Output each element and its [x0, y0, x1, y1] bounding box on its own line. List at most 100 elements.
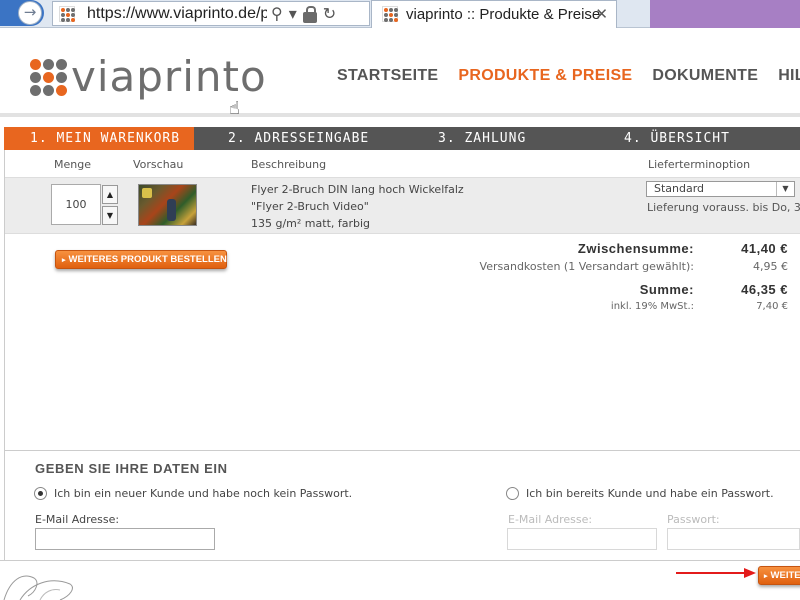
password-field[interactable]	[667, 528, 800, 550]
product-paper: 135 g/m² matt, farbig	[251, 217, 371, 230]
decorative-swirl-icon	[3, 575, 73, 600]
logo-dot	[30, 84, 41, 96]
delivery-option-select[interactable]: Standard ▼	[646, 181, 795, 197]
nav-item-startseite[interactable]: STARTSEITE	[337, 67, 438, 85]
subtotal-label: Zwischensumme:	[577, 241, 694, 256]
chevron-down-icon: ▼	[106, 211, 114, 220]
viaprinto-logo[interactable]: viaprinto	[30, 52, 267, 101]
logo-dot	[56, 84, 67, 96]
logo-dot	[71, 18, 75, 22]
logo-dot	[71, 13, 75, 17]
product-preview-image[interactable]	[138, 184, 197, 226]
browser-forward-button[interactable]: →	[18, 1, 42, 25]
refresh-icon[interactable]: ↻	[323, 4, 336, 24]
existing-email-field-label: E-Mail Adresse:	[508, 513, 593, 526]
logo-dot	[384, 18, 388, 22]
logo-dot	[56, 71, 67, 83]
browser-chrome: → https://www.viaprinto.de/p ⚲ ▾ ↻ viapr…	[0, 0, 800, 28]
footer-divider	[0, 560, 800, 561]
shipping-label: Versandkosten (1 Versandart gewählt):	[479, 260, 694, 273]
search-icon[interactable]: ⚲	[271, 4, 283, 24]
total-value: 46,35 €	[741, 282, 788, 297]
nav-item-dokumente[interactable]: DOKUMENTE	[652, 67, 758, 85]
step-overview[interactable]: 4. ÜBERSICHT	[590, 127, 730, 150]
logo-dot	[43, 58, 54, 70]
logo-dot	[61, 18, 65, 22]
column-header-description: Beschreibung	[251, 158, 327, 171]
existing-customer-radio[interactable]	[506, 487, 519, 500]
total-label: Summe:	[639, 282, 694, 297]
new-customer-radio[interactable]	[34, 487, 47, 500]
product-name: "Flyer 2-Bruch Video"	[251, 200, 369, 213]
step-address[interactable]: 2. ADRESSEINGABE	[194, 127, 404, 150]
site-favicon-icon	[59, 6, 75, 22]
logo-dot	[394, 13, 398, 17]
quantity-input[interactable]: 100	[51, 184, 101, 225]
logo-dot	[389, 18, 393, 22]
red-arrow-annotation-icon	[676, 568, 756, 578]
logo-wordmark: viaprinto	[71, 52, 267, 101]
delivery-option-value: Standard	[654, 182, 705, 195]
browser-tab-active[interactable]: viaprinto :: Produkte & Preise ✕	[371, 0, 617, 28]
next-step-button[interactable]: ▸WEITER	[758, 566, 800, 585]
checkout-steps: 1. MEIN WARENKORB 2. ADRESSEINGABE 3. ZA…	[4, 127, 800, 150]
tab-strip-background	[650, 0, 800, 28]
tab-title: viaprinto :: Produkte & Preise	[406, 6, 601, 23]
quantity-increase-button[interactable]: ▲	[102, 185, 118, 204]
logo-dot	[66, 13, 70, 17]
site-header: viaprinto STARTSEITE PRODUKTE & PREISE DOK…	[0, 29, 800, 117]
subtotal-value: 41,40 €	[741, 241, 788, 256]
order-another-product-button[interactable]: ▸ WEITERES PRODUKT BESTELLEN	[55, 250, 227, 269]
logo-dot	[43, 71, 54, 83]
logo-dot	[43, 84, 54, 96]
nav-item-produkte-preise[interactable]: PRODUKTE & PREISE	[458, 67, 632, 85]
product-title: Flyer 2-Bruch DIN lang hoch Wickelfalz	[251, 183, 464, 196]
logo-dot	[394, 8, 398, 12]
column-header-delivery: Lieferterminoption	[648, 158, 751, 171]
logo-dot	[384, 13, 388, 17]
close-icon[interactable]: ✕	[595, 5, 608, 23]
main-navigation: STARTSEITE PRODUKTE & PREISE DOKUMENTE HILF…	[337, 67, 800, 85]
logo-dot	[384, 8, 388, 12]
customer-data-title: GEBEN SIE IHRE DATEN EIN	[35, 461, 228, 476]
vat-label: inkl. 19% MwSt.:	[610, 301, 694, 312]
step-payment[interactable]: 3. ZAHLUNG	[404, 127, 590, 150]
forward-arrow-icon: →	[23, 3, 37, 21]
logo-dot	[66, 18, 70, 22]
new-customer-label[interactable]: Ich bin ein neuer Kunde und habe noch ke…	[54, 487, 352, 500]
step-cart[interactable]: 1. MEIN WARENKORB	[4, 127, 194, 150]
hand-cursor-icon: ☝	[229, 98, 240, 119]
nav-item-hilfe[interactable]: HILFE	[778, 67, 800, 85]
logo-dot	[389, 8, 393, 12]
logo-dot	[394, 18, 398, 22]
logo-dot	[61, 8, 65, 12]
address-bar[interactable]: https://www.viaprinto.de/p ⚲ ▾ ↻	[52, 1, 370, 26]
email-field-label: E-Mail Adresse:	[35, 513, 120, 526]
existing-email-field[interactable]	[507, 528, 657, 550]
tab-favicon-icon	[382, 6, 398, 22]
chevron-down-icon[interactable]: ▾	[289, 4, 297, 24]
email-field[interactable]	[35, 528, 215, 550]
chevron-down-icon: ▼	[776, 182, 794, 196]
lock-icon[interactable]	[302, 6, 317, 23]
chevron-right-icon: ▸	[764, 573, 768, 580]
delivery-estimate: Lieferung vorauss. bis Do, 30.0	[647, 201, 800, 214]
chevron-right-icon: ▸	[62, 257, 66, 264]
column-header-quantity: Menge	[54, 158, 91, 171]
logo-dot	[66, 8, 70, 12]
logo-dot	[30, 71, 41, 83]
password-field-label: Passwort:	[667, 513, 720, 526]
next-step-label: WEITER	[770, 570, 800, 581]
shipping-value: 4,95 €	[753, 260, 788, 273]
logo-dots-icon	[30, 58, 67, 96]
quantity-decrease-button[interactable]: ▼	[102, 206, 118, 225]
vat-value: 7,40 €	[756, 301, 788, 312]
address-url[interactable]: https://www.viaprinto.de/p	[87, 5, 267, 23]
logo-dot	[56, 58, 67, 70]
address-bar-icons: ⚲ ▾ ↻	[271, 4, 336, 24]
logo-dot	[61, 13, 65, 17]
logo-dot	[389, 13, 393, 17]
order-another-product-label: WEITERES PRODUKT BESTELLEN	[68, 254, 227, 265]
existing-customer-label[interactable]: Ich bin bereits Kunde und habe ein Passw…	[526, 487, 774, 500]
logo-dot	[30, 58, 41, 70]
